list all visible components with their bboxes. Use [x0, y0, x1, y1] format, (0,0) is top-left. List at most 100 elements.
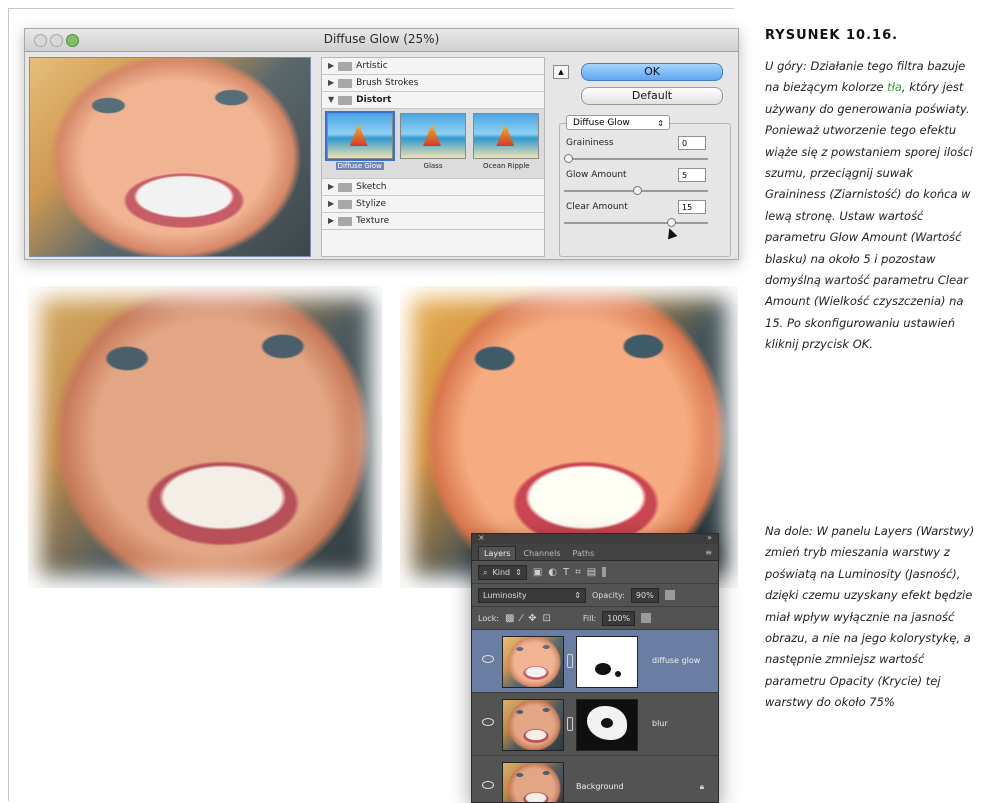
- glow-amount-slider[interactable]: [564, 186, 708, 195]
- panel-tabs: Layers Channels Paths ≡: [472, 544, 718, 561]
- dialog-title: Diffuse Glow (25%): [323, 32, 440, 46]
- distort-thumbnails: Diffuse Glow Glass Ocean Ripple: [322, 109, 544, 179]
- slider-knob[interactable]: [564, 154, 573, 163]
- select-arrows-icon: ⇕: [657, 119, 664, 128]
- folder-icon: [338, 95, 353, 105]
- collapse-gallery-button[interactable]: ▲: [553, 65, 569, 79]
- visibility-eye-icon[interactable]: [482, 655, 494, 663]
- clear-amount-slider[interactable]: [564, 218, 708, 227]
- panel-menu-icon[interactable]: ≡: [705, 548, 712, 557]
- filter-toggle[interactable]: [602, 567, 607, 577]
- category-label: Texture: [356, 216, 390, 226]
- panel-header: × »: [472, 534, 718, 544]
- figure-title: RYSUNEK 10.16.: [765, 28, 899, 43]
- mask-link-icon[interactable]: [567, 717, 573, 731]
- close-panel-icon[interactable]: ×: [478, 534, 485, 542]
- filter-gallery-list: ▶ Artistic ▶ Brush Strokes ▼ Distort Diffus…: [321, 57, 545, 257]
- expand-triangle-icon: ▶: [328, 61, 335, 70]
- mask-link-icon[interactable]: [567, 654, 573, 668]
- category-artistic[interactable]: ▶ Artistic: [322, 58, 544, 75]
- layer-mask-thumbnail[interactable]: [576, 699, 638, 751]
- opacity-input[interactable]: 90%: [630, 587, 659, 603]
- filter-type-select[interactable]: Diffuse Glow ⇕: [566, 115, 670, 130]
- visibility-eye-icon[interactable]: [482, 718, 494, 726]
- kind-label: Kind: [492, 567, 511, 577]
- filter-thumb-glass[interactable]: Glass: [399, 113, 466, 174]
- layer-row-background[interactable]: Background 🔒︎: [472, 756, 718, 802]
- fill-label: Fill:: [582, 613, 597, 623]
- type-filter-icon[interactable]: T: [563, 567, 569, 578]
- graininess-input[interactable]: 0: [678, 136, 706, 150]
- lock-transparency-icon[interactable]: ▩: [505, 613, 514, 624]
- category-brush-strokes[interactable]: ▶ Brush Strokes: [322, 75, 544, 92]
- category-label: Brush Strokes: [356, 78, 419, 88]
- lock-position-icon[interactable]: ✥: [528, 613, 536, 624]
- fill-input[interactable]: 100%: [602, 610, 636, 626]
- opacity-label: Opacity:: [592, 590, 625, 600]
- search-icon: ⌕: [483, 567, 488, 577]
- caption-paragraph-bottom: Na dole: W panelu Layers (Warstwy) zmień…: [765, 524, 975, 710]
- tab-layers[interactable]: Layers: [478, 546, 517, 560]
- pixel-filter-icon[interactable]: ▣: [533, 567, 542, 578]
- opacity-value: 90%: [635, 590, 654, 600]
- category-texture[interactable]: ▶ Texture: [322, 213, 544, 230]
- title-bar: Diffuse Glow (25%): [25, 29, 738, 52]
- graininess-slider[interactable]: [564, 154, 708, 163]
- default-button[interactable]: Default: [581, 87, 723, 105]
- layer-name: diffuse glow: [652, 656, 701, 665]
- kind-filter-select[interactable]: ⌕ Kind ⇕: [478, 564, 527, 580]
- category-label: Sketch: [356, 182, 387, 192]
- layer-mask-thumbnail[interactable]: [576, 636, 638, 688]
- filter-thumb-label: Ocean Ripple: [483, 162, 530, 170]
- tab-channels[interactable]: Channels: [518, 547, 565, 560]
- caption-link[interactable]: tła: [887, 80, 902, 94]
- lock-all-icon[interactable]: ⊡: [542, 613, 550, 624]
- collapse-panel-icon[interactable]: »: [707, 534, 712, 542]
- param-label-graininess: Graininess: [566, 138, 614, 148]
- visibility-eye-icon[interactable]: [482, 781, 494, 789]
- ok-button[interactable]: OK: [581, 63, 723, 81]
- layer-row-blur[interactable]: blur: [472, 693, 718, 756]
- filter-settings-group: Diffuse Glow ⇕ Graininess 0 Glow Amount …: [559, 115, 731, 257]
- lock-paint-icon[interactable]: ⁄: [520, 613, 522, 624]
- fill-value: 100%: [607, 613, 631, 623]
- folder-icon: [338, 182, 353, 192]
- adjustment-filter-icon[interactable]: ◐: [548, 567, 557, 578]
- mask-shape: [601, 718, 613, 728]
- fill-dropdown-button[interactable]: [641, 613, 652, 623]
- blend-mode-value: Luminosity: [483, 590, 527, 600]
- filter-row: ⌕ Kind ⇕ ▣ ◐ T ⌗ ▤: [472, 561, 718, 584]
- mouse-pointer-icon: [664, 226, 678, 240]
- slider-knob[interactable]: [666, 218, 676, 227]
- preview-image: [30, 58, 310, 256]
- folder-icon: [338, 61, 353, 71]
- thumbnail-image: [503, 763, 563, 802]
- category-label: Artistic: [356, 61, 388, 71]
- tab-paths[interactable]: Paths: [568, 547, 600, 560]
- layer-row-diffuse-glow[interactable]: diffuse glow: [472, 630, 718, 693]
- glow-amount-input[interactable]: 5: [678, 168, 706, 182]
- filter-thumb-ocean-ripple[interactable]: Ocean Ripple: [473, 113, 540, 174]
- layer-thumbnail: [502, 762, 564, 802]
- photo-before: [28, 286, 382, 588]
- expand-triangle-icon: ▶: [328, 199, 335, 208]
- slider-knob[interactable]: [632, 186, 642, 195]
- folder-icon: [338, 199, 353, 209]
- category-sketch[interactable]: ▶ Sketch: [322, 179, 544, 196]
- select-arrows-icon: ⇕: [574, 590, 581, 600]
- smart-object-filter-icon[interactable]: ▤: [587, 567, 596, 578]
- thumbnail-image: [503, 700, 563, 750]
- param-label-glow-amount: Glow Amount: [566, 170, 627, 180]
- clear-amount-input[interactable]: 15: [678, 200, 706, 214]
- blend-mode-select[interactable]: Luminosity ⇕: [478, 587, 586, 603]
- category-distort[interactable]: ▼ Distort: [322, 92, 544, 109]
- layer-name: Background: [576, 782, 624, 791]
- filter-thumb-diffuse-glow[interactable]: Diffuse Glow: [324, 111, 395, 174]
- expand-triangle-icon: ▶: [328, 216, 335, 225]
- caption-text: , który jest używany do generowania pośw…: [765, 80, 973, 352]
- opacity-dropdown-button[interactable]: [664, 590, 675, 600]
- filter-preview[interactable]: [29, 57, 311, 257]
- shape-filter-icon[interactable]: ⌗: [575, 567, 581, 578]
- filter-type-value: Diffuse Glow: [573, 118, 630, 128]
- category-stylize[interactable]: ▶ Stylize: [322, 196, 544, 213]
